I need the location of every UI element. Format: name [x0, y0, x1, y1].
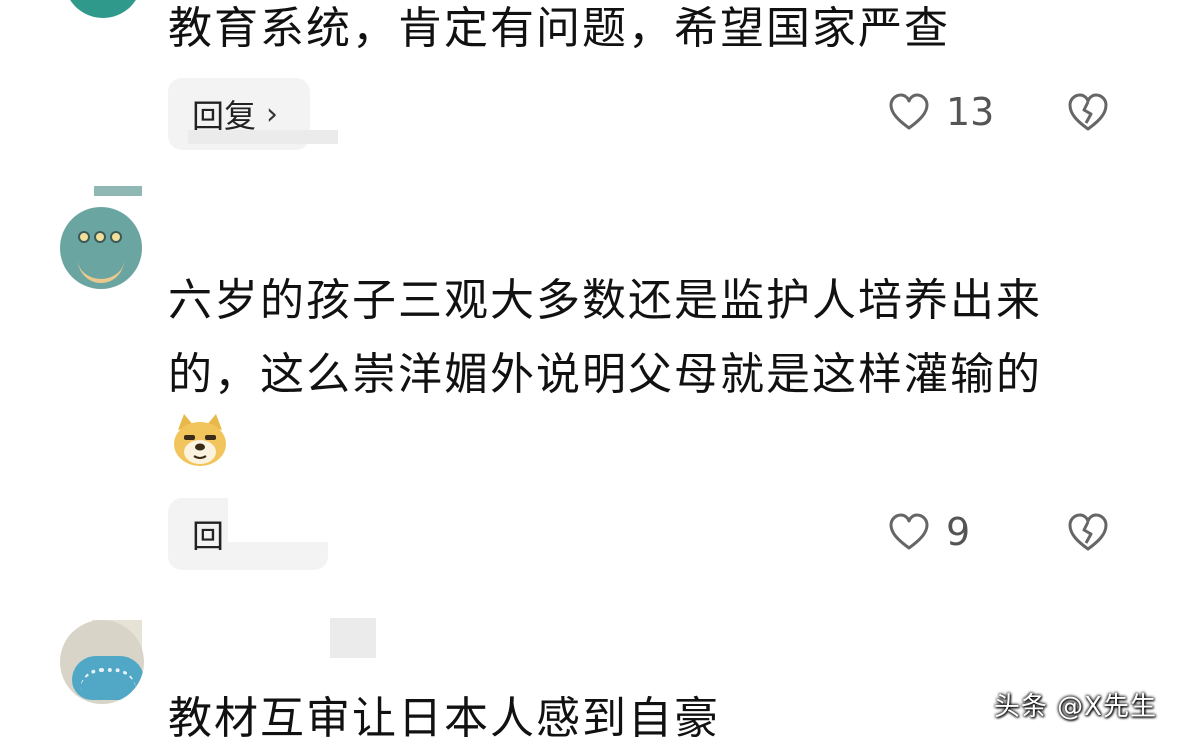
broken-heart-icon[interactable]: [1066, 510, 1110, 554]
censored-area: [228, 498, 328, 542]
commenter-avatar[interactable]: [64, 0, 142, 18]
avatar-eye: [110, 231, 122, 243]
censored-area: [188, 130, 338, 144]
avatar-hat: [72, 656, 144, 700]
comment-text: 六岁的孩子三观大多数还是监护人培养出来的，这么崇洋媚外说明父母就是这样灌输的: [168, 275, 1042, 400]
reply-label: 回: [192, 517, 225, 555]
heart-outline-icon: [889, 93, 929, 130]
avatar-smile: [78, 255, 124, 283]
heart-outline-icon: [889, 513, 929, 550]
commenter-avatar[interactable]: [60, 207, 142, 289]
commenter-avatar[interactable]: [60, 620, 144, 704]
censored-area: [94, 186, 142, 196]
like-button[interactable]: 13: [888, 82, 994, 142]
chevron-right-icon: ›: [266, 96, 279, 132]
broken-heart-icon[interactable]: [1066, 90, 1110, 134]
watermark: 头条 @X先生: [993, 692, 1157, 722]
censored-area: [330, 618, 376, 658]
like-button[interactable]: 9: [888, 502, 970, 562]
avatar-eye: [78, 231, 90, 243]
like-count: 13: [946, 90, 995, 134]
avatar-eye: [94, 231, 106, 243]
comment-text: 教育系统，肯定有问题，希望国家严查: [168, 3, 950, 54]
like-count: 9: [946, 510, 971, 554]
doge-emoji-icon: [174, 414, 226, 466]
comment-text: 教材互审让日本人感到自豪: [168, 693, 720, 744]
